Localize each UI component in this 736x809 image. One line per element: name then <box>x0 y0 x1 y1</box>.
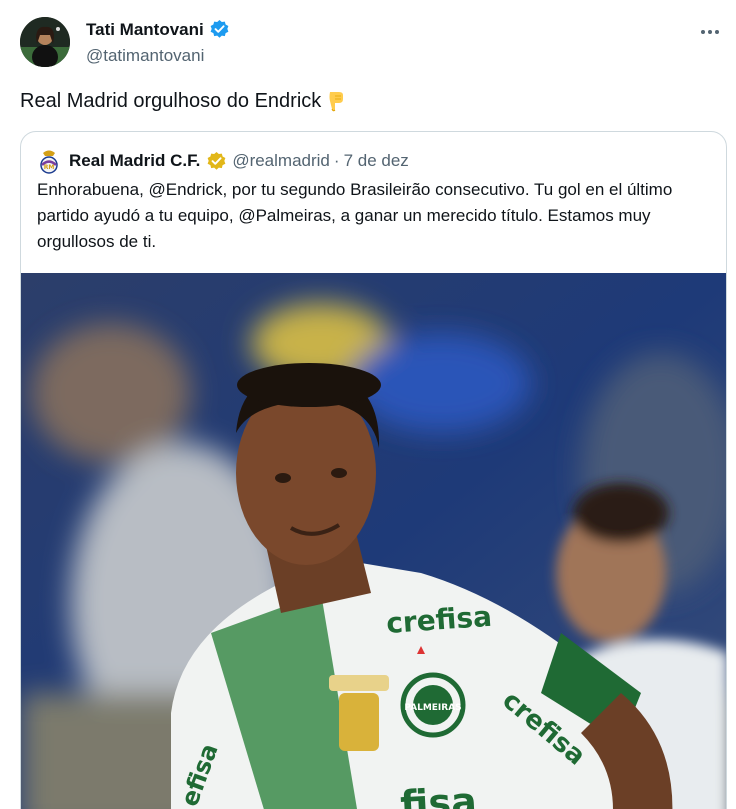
quoted-timestamp[interactable]: 7 de dez <box>344 151 409 171</box>
author-name-text[interactable]: Tati Mantovani <box>86 20 204 40</box>
real-madrid-crest-icon: RM <box>40 150 58 174</box>
svg-text:RM: RM <box>44 164 55 171</box>
more-horizontal-icon <box>701 30 719 34</box>
pointing-down-emoji-icon <box>329 92 344 112</box>
verified-badge-icon <box>210 19 229 38</box>
author-name[interactable]: Tati Mantovani <box>86 19 230 40</box>
quoted-author-name[interactable]: Real Madrid C.F. <box>69 151 200 171</box>
quoted-author-handle[interactable]: @realmadrid <box>232 151 330 171</box>
quoted-tweet-header: RM Real Madrid C.F. @realmadrid · 7 de d… <box>37 148 409 174</box>
author-avatar[interactable] <box>20 17 70 67</box>
author-handle[interactable]: @tatimantovani <box>86 46 204 66</box>
svg-text:fisa: fisa <box>399 779 478 809</box>
quoted-tweet-card[interactable]: RM Real Madrid C.F. @realmadrid · 7 de d… <box>20 131 727 809</box>
tweet-body: Real Madrid orgulhoso do Endrick <box>20 89 347 113</box>
quoted-tweet-photo[interactable]: crefisa crefisa fisa efisa PALMEIRAS <box>21 273 726 809</box>
separator-dot: · <box>333 151 340 170</box>
svg-text:PALMEIRAS: PALMEIRAS <box>404 703 461 713</box>
quoted-tweet-text: Enhorabuena, @Endrick, por tu segundo Br… <box>37 180 673 251</box>
more-options-button[interactable] <box>696 18 724 46</box>
gold-verified-badge-icon <box>207 151 226 170</box>
tweet-text: Real Madrid orgulhoso do Endrick <box>20 89 322 112</box>
